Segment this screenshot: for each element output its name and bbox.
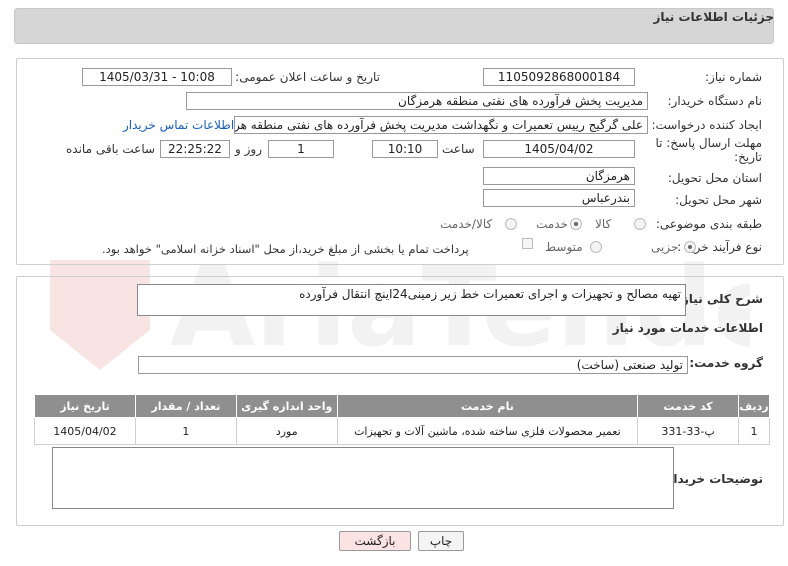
col-need-date: تاریخ نیاز: [34, 394, 136, 418]
city-label: شهر محل تحویل:: [675, 193, 762, 207]
col-service-code: کد خدمت: [637, 394, 740, 418]
province-field: هرمزگان: [483, 167, 635, 185]
buyer-notes-textarea[interactable]: [52, 447, 674, 509]
need-number-field: 1105092868000184: [483, 68, 635, 86]
process-medium-radio[interactable]: [590, 241, 602, 253]
days-remaining-field: 1: [268, 140, 334, 158]
need-info-panel: [16, 58, 784, 265]
days-label: روز و: [235, 142, 262, 156]
buyer-contact-link[interactable]: اطلاعات تماس خریدار: [123, 118, 234, 132]
col-unit: واحد اندازه گیری: [235, 394, 338, 418]
cell-service-code: پ-33-331: [637, 417, 740, 445]
remaining-time-field: 22:25:22: [160, 140, 230, 158]
print-button[interactable]: چاپ: [418, 531, 464, 551]
service-group-label: گروه خدمت:: [689, 356, 763, 370]
buyer-org-label: نام دستگاه خریدار:: [667, 94, 763, 108]
process-medium-label: متوسط: [545, 240, 583, 254]
table-row: 1 پ-33-331 تعمیر محصولات فلزی ساخته شده،…: [34, 417, 770, 445]
need-number-label: شماره نیاز:: [705, 70, 762, 84]
cell-quantity: 1: [134, 417, 237, 445]
category-label: طبقه بندی موضوعی:: [655, 217, 762, 231]
category-service-label: خدمت: [536, 217, 568, 231]
category-goods-service-label: کالا/خدمت: [440, 217, 493, 231]
col-row: ردیف: [738, 394, 770, 418]
buyer-org-field: مدیریت پخش فرآورده های نفتی منطقه هرمزگا…: [186, 92, 648, 110]
creator-label: ایجاد کننده درخواست:: [651, 118, 762, 132]
services-section-title: اطلاعات خدمات مورد نیاز: [612, 321, 763, 335]
deadline-date-field: 1405/04/02: [483, 140, 635, 158]
back-button[interactable]: بازگشت: [339, 531, 411, 551]
category-service-radio[interactable]: [570, 218, 582, 230]
remaining-label: ساعت باقی مانده: [66, 142, 156, 156]
cell-row: 1: [738, 417, 770, 445]
treasury-payment-checkbox[interactable]: [522, 238, 533, 249]
cell-unit: مورد: [235, 417, 338, 445]
treasury-payment-note: پرداخت تمام یا بخشی از مبلغ خرید،از محل …: [102, 242, 469, 256]
category-goods-service-radio[interactable]: [505, 218, 517, 230]
services-table: ردیف کد خدمت نام خدمت واحد اندازه گیری ت…: [34, 394, 770, 445]
deadline-time-field: 10:10: [372, 140, 438, 158]
buyer-notes-label: توضیحات خریدار:: [661, 472, 763, 486]
announce-field: 1405/03/31 - 10:08: [82, 68, 232, 86]
service-group-field: تولید صنعتی (ساخت): [138, 356, 688, 374]
deadline-label: مهلت ارسال پاسخ: تا: [655, 136, 762, 150]
process-minor-radio[interactable]: [684, 241, 696, 253]
province-label: استان محل تحویل:: [667, 171, 762, 185]
creator-field: علی گرگیج رییس تعمیرات و نگهداشت مدیریت …: [234, 116, 648, 134]
deadline-time-label: ساعت: [442, 142, 475, 156]
category-goods-radio[interactable]: [634, 218, 646, 230]
cell-need-date: 1405/04/02: [34, 417, 136, 445]
category-goods-label: کالا: [595, 217, 612, 231]
city-field: بندرعباس: [483, 189, 635, 207]
summary-textarea[interactable]: تهیه مصالح و تجهیزات و اجرای تعمیرات خط …: [137, 284, 686, 316]
announce-label: تاریخ و ساعت اعلان عمومی:: [235, 70, 380, 84]
cell-service-name: تعمیر محصولات فلزی ساخته شده، ماشین آلات…: [336, 417, 639, 445]
deadline-date-label: تاریخ:: [734, 150, 762, 164]
summary-label: شرح کلی نیاز:: [677, 292, 763, 306]
col-quantity: تعداد / مقدار: [134, 394, 237, 418]
col-service-name: نام خدمت: [336, 394, 639, 418]
process-minor-label: جزیی: [651, 240, 679, 254]
page-title: جزئیات اطلاعات نیاز: [653, 10, 774, 24]
